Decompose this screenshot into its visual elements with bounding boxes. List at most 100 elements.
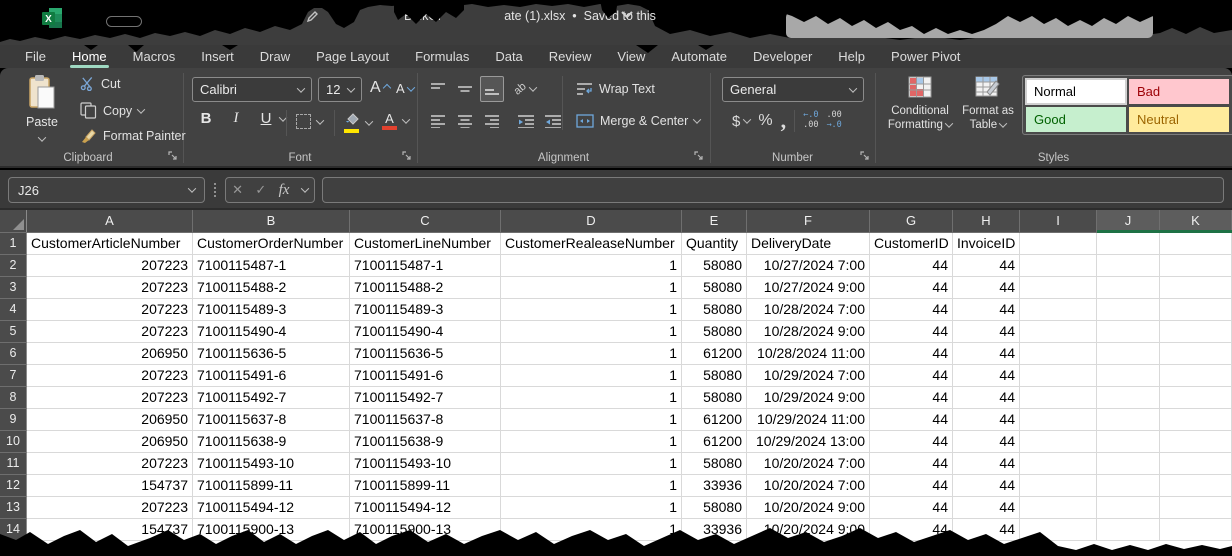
cell-H10[interactable]: 44: [953, 431, 1020, 453]
cell-D8[interactable]: 1: [501, 387, 682, 409]
font-size-combo[interactable]: 12: [318, 77, 362, 102]
cell-G1[interactable]: CustomerID: [870, 233, 953, 255]
row-header-4[interactable]: 4: [0, 299, 27, 321]
edit-icon[interactable]: [306, 9, 320, 23]
underline-button[interactable]: U: [256, 110, 276, 127]
cell-A3[interactable]: 207223: [27, 277, 193, 299]
cell-H11[interactable]: 44: [953, 453, 1020, 475]
cell-A14[interactable]: 154737: [27, 519, 193, 541]
cell-G5[interactable]: 44: [870, 321, 953, 343]
cell-E3[interactable]: 58080: [682, 277, 747, 299]
cell-G14[interactable]: 44: [870, 519, 953, 541]
cell-B10[interactable]: 7100115638-9: [193, 431, 350, 453]
cell-F6[interactable]: 10/28/2024 11:00: [747, 343, 870, 365]
cell-D1[interactable]: CustomerRealeaseNumber: [501, 233, 682, 255]
menu-tab-draw[interactable]: Draw: [247, 45, 303, 68]
decrease-indent-button[interactable]: [514, 108, 538, 134]
cell-F8[interactable]: 10/29/2024 9:00: [747, 387, 870, 409]
cell-G9[interactable]: 44: [870, 409, 953, 431]
cell-D11[interactable]: 1: [501, 453, 682, 475]
cell-F10[interactable]: 10/29/2024 13:00: [747, 431, 870, 453]
cell-J4[interactable]: [1097, 299, 1160, 321]
cell-G7[interactable]: 44: [870, 365, 953, 387]
cell-B1[interactable]: CustomerOrderNumber: [193, 233, 350, 255]
cell-J9[interactable]: [1097, 409, 1160, 431]
cell-G3[interactable]: 44: [870, 277, 953, 299]
cell-K6[interactable]: [1160, 343, 1232, 365]
format-as-table-button[interactable]: Format as Table: [952, 74, 1024, 133]
cell-K5[interactable]: [1160, 321, 1232, 343]
cell-C5[interactable]: 7100115490-4: [350, 321, 501, 343]
cell-H13[interactable]: 44: [953, 497, 1020, 519]
column-header-B[interactable]: B: [193, 210, 350, 232]
cell-I4[interactable]: [1020, 299, 1097, 321]
column-header-G[interactable]: G: [870, 210, 953, 232]
menu-tab-review[interactable]: Review: [536, 45, 605, 68]
cell-A10[interactable]: 206950: [27, 431, 193, 453]
accounting-format-button[interactable]: $: [732, 113, 740, 130]
cell-G2[interactable]: 44: [870, 255, 953, 277]
cell-K12[interactable]: [1160, 475, 1232, 497]
cell-G13[interactable]: 44: [870, 497, 953, 519]
cell-E7[interactable]: 58080: [682, 365, 747, 387]
cell-D13[interactable]: 1: [501, 497, 682, 519]
cell-B11[interactable]: 7100115493-10: [193, 453, 350, 475]
cell-J7[interactable]: [1097, 365, 1160, 387]
italic-button[interactable]: I: [226, 110, 246, 127]
cell-F7[interactable]: 10/29/2024 7:00: [747, 365, 870, 387]
menu-tab-data[interactable]: Data: [482, 45, 535, 68]
conditional-formatting-button[interactable]: Conditional Formatting: [884, 74, 956, 133]
menu-tab-automate[interactable]: Automate: [658, 45, 740, 68]
cell-B7[interactable]: 7100115491-6: [193, 365, 350, 387]
cell-K9[interactable]: [1160, 409, 1232, 431]
cell-D3[interactable]: 1: [501, 277, 682, 299]
column-header-F[interactable]: F: [747, 210, 870, 232]
cell-F12[interactable]: 10/20/2024 7:00: [747, 475, 870, 497]
cell-G10[interactable]: 44: [870, 431, 953, 453]
copy-button[interactable]: Copy: [80, 102, 144, 119]
menu-tab-developer[interactable]: Developer: [740, 45, 825, 68]
cell-F13[interactable]: 10/20/2024 9:00: [747, 497, 870, 519]
cell-E4[interactable]: 58080: [682, 299, 747, 321]
cell-H9[interactable]: 44: [953, 409, 1020, 431]
cell-C12[interactable]: 7100115899-11: [350, 475, 501, 497]
cell-C9[interactable]: 7100115637-8: [350, 409, 501, 431]
cell-C8[interactable]: 7100115492-7: [350, 387, 501, 409]
cell-I9[interactable]: [1020, 409, 1097, 431]
cell-E12[interactable]: 33936: [682, 475, 747, 497]
cell-B9[interactable]: 7100115637-8: [193, 409, 350, 431]
cell-E13[interactable]: 58080: [682, 497, 747, 519]
cell-A9[interactable]: 206950: [27, 409, 193, 431]
cell-A11[interactable]: 207223: [27, 453, 193, 475]
cell-I12[interactable]: [1020, 475, 1097, 497]
row-header-3[interactable]: 3: [0, 277, 27, 299]
row-header-5[interactable]: 5: [0, 321, 27, 343]
font-family-combo[interactable]: Calibri: [192, 77, 312, 102]
cell-A5[interactable]: 207223: [27, 321, 193, 343]
cell-I5[interactable]: [1020, 321, 1097, 343]
align-bottom-button[interactable]: [480, 76, 504, 102]
cell-J13[interactable]: [1097, 497, 1160, 519]
font-color-button[interactable]: A: [382, 112, 409, 130]
cell-I10[interactable]: [1020, 431, 1097, 453]
cell-E1[interactable]: Quantity: [682, 233, 747, 255]
cell-D14[interactable]: 1: [501, 519, 682, 541]
cell-G4[interactable]: 44: [870, 299, 953, 321]
cell-J5[interactable]: [1097, 321, 1160, 343]
dialog-launcher-icon[interactable]: [694, 151, 704, 161]
cell-E5[interactable]: 58080: [682, 321, 747, 343]
cell-H3[interactable]: 44: [953, 277, 1020, 299]
cell-J3[interactable]: [1097, 277, 1160, 299]
column-header-A[interactable]: A: [27, 210, 193, 232]
cell-K4[interactable]: [1160, 299, 1232, 321]
cell-B13[interactable]: 7100115494-12: [193, 497, 350, 519]
cell-A2[interactable]: 207223: [27, 255, 193, 277]
cell-D7[interactable]: 1: [501, 365, 682, 387]
cell-C11[interactable]: 7100115493-10: [350, 453, 501, 475]
cell-I13[interactable]: [1020, 497, 1097, 519]
menu-tab-help[interactable]: Help: [825, 45, 878, 68]
cell-D10[interactable]: 1: [501, 431, 682, 453]
row-header-13[interactable]: 13: [0, 497, 27, 519]
cell-F4[interactable]: 10/28/2024 7:00: [747, 299, 870, 321]
cell-F3[interactable]: 10/27/2024 9:00: [747, 277, 870, 299]
